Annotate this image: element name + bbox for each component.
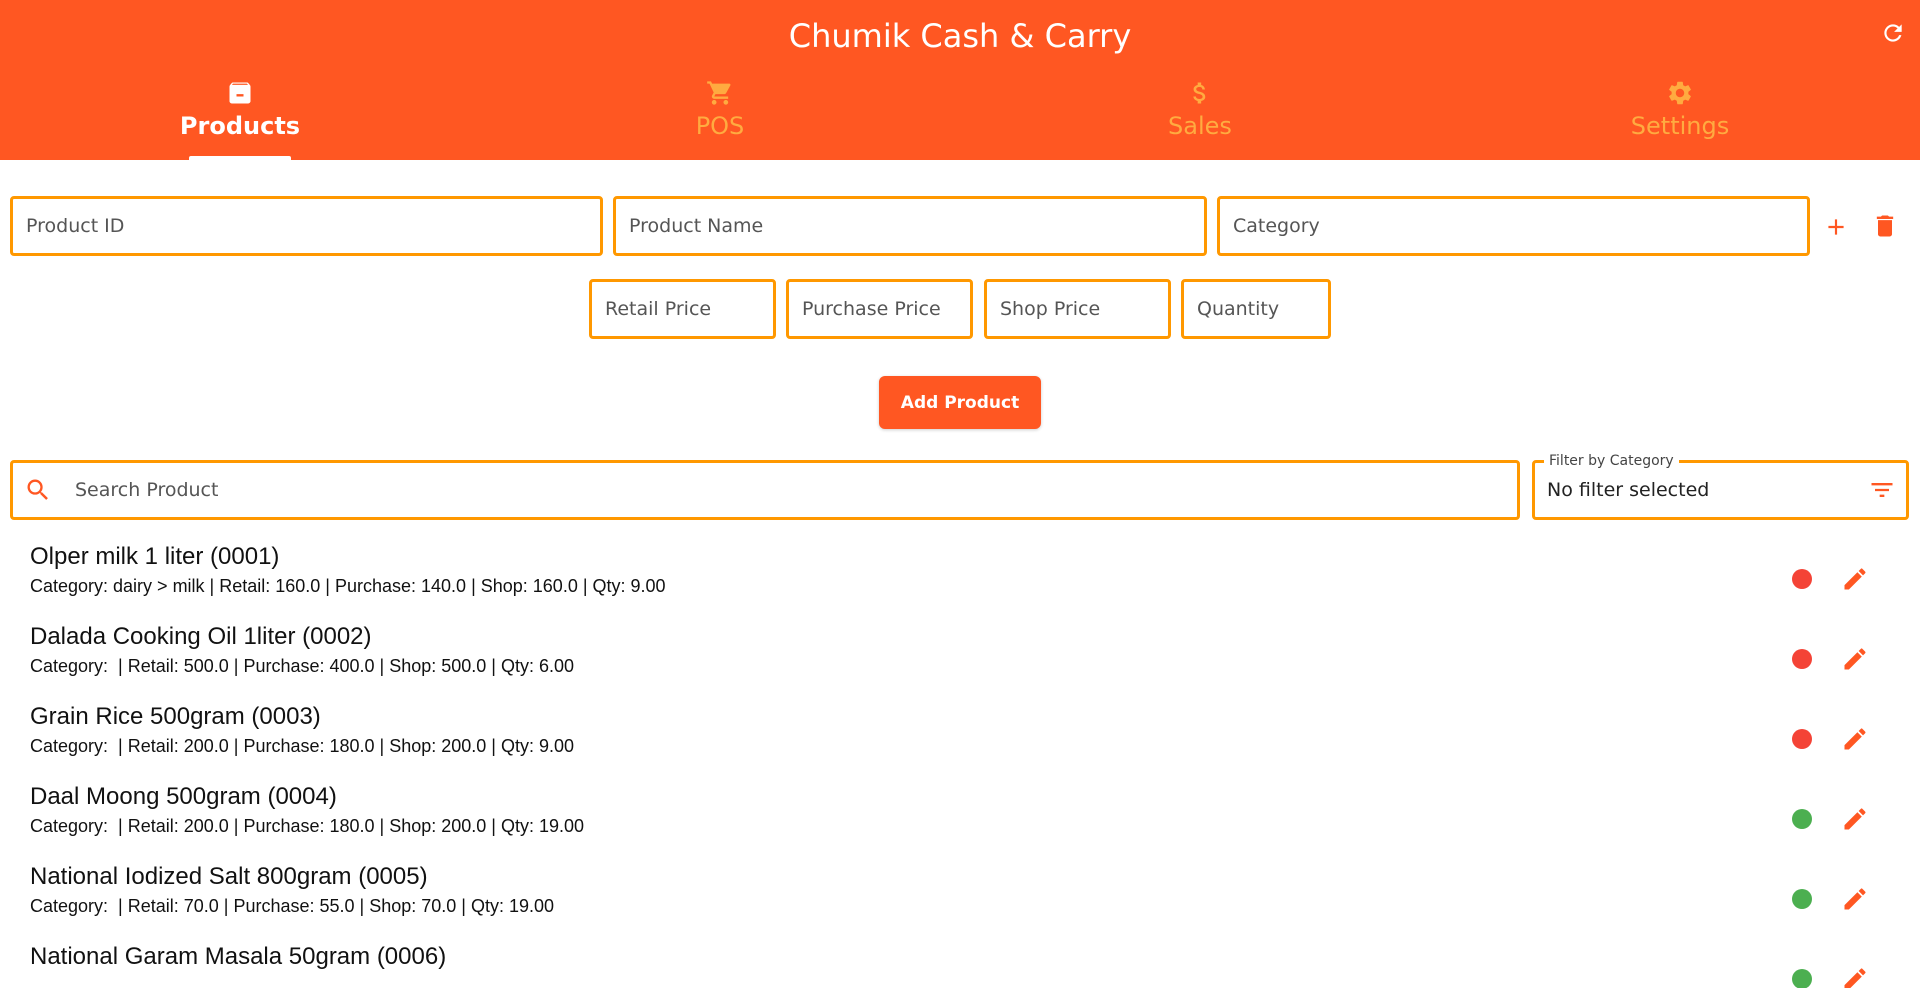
product-details: Category: | Retail: 200.0 | Purchase: 18…	[30, 816, 585, 836]
stock-status-indicator	[1792, 649, 1812, 669]
filter-list-icon	[1868, 478, 1896, 502]
edit-product-button[interactable]	[1840, 724, 1870, 754]
delete-category-button[interactable]	[1869, 210, 1901, 242]
refresh-icon	[1884, 24, 1902, 42]
product-title: National Garam Masala 50gram (0006)	[30, 943, 447, 970]
search-bar[interactable]	[10, 460, 1520, 520]
retail-price-field[interactable]	[589, 279, 776, 339]
product-title: Olper milk 1 liter (0001)	[30, 543, 280, 570]
product-details: Category: | Retail: 500.0 | Purchase: 40…	[30, 656, 575, 676]
product-name-input[interactable]	[616, 199, 1204, 253]
edit-icon	[1844, 568, 1866, 590]
shop-price-input[interactable]	[987, 282, 1168, 336]
purchase-price-input[interactable]	[789, 282, 970, 336]
refresh-button[interactable]	[1878, 18, 1908, 48]
edit-product-button[interactable]	[1840, 564, 1870, 594]
category-filter-dropdown[interactable]: Filter by Category No filter selected	[1532, 452, 1909, 520]
purchase-price-field[interactable]	[786, 279, 973, 339]
active-tab-indicator	[189, 156, 291, 160]
dollar-icon	[1185, 78, 1215, 108]
product-details: Category: | Retail: 200.0 | Purchase: 18…	[30, 736, 575, 756]
tab-pos-label: POS	[695, 112, 745, 140]
app-header: Chumik Cash & Carry Products POS Sales S…	[0, 0, 1920, 160]
edit-product-button[interactable]	[1840, 884, 1870, 914]
tab-settings[interactable]: Settings	[1440, 72, 1920, 160]
edit-icon	[1844, 648, 1866, 670]
edit-icon	[1844, 728, 1866, 750]
tab-sales-label: Sales	[1168, 112, 1232, 140]
product-row[interactable]: National Iodized Salt 800gram (0005) Cat…	[0, 854, 1920, 934]
product-title: National Iodized Salt 800gram (0005)	[30, 863, 428, 890]
quantity-field[interactable]	[1181, 279, 1331, 339]
product-id-input[interactable]	[13, 199, 600, 253]
edit-icon	[1844, 968, 1866, 988]
tab-products[interactable]: Products	[0, 72, 480, 160]
edit-icon	[1844, 808, 1866, 830]
category-field[interactable]	[1217, 196, 1810, 256]
quantity-input[interactable]	[1184, 282, 1328, 336]
product-name-field[interactable]	[613, 196, 1207, 256]
trash-icon	[1876, 215, 1894, 237]
product-row[interactable]: Daal Moong 500gram (0004) Category: | Re…	[0, 774, 1920, 854]
tab-bar: Products POS Sales Settings	[0, 72, 1920, 160]
tab-settings-label: Settings	[1630, 112, 1730, 140]
edit-product-button[interactable]	[1840, 964, 1870, 988]
product-details: Category: | Retail: 70.0 | Purchase: 55.…	[30, 896, 555, 916]
tab-sales[interactable]: Sales	[960, 72, 1440, 160]
shop-price-field[interactable]	[984, 279, 1171, 339]
add-category-button[interactable]	[1820, 211, 1852, 243]
product-row[interactable]: Dalada Cooking Oil 1liter (0002) Categor…	[0, 614, 1920, 694]
product-id-field[interactable]	[10, 196, 603, 256]
search-input[interactable]	[53, 463, 1517, 517]
stock-status-indicator	[1792, 809, 1812, 829]
app-title: Chumik Cash & Carry	[788, 17, 1132, 55]
archive-box-icon	[225, 78, 255, 108]
add-product-button[interactable]: Add Product	[879, 376, 1041, 429]
tab-pos[interactable]: POS	[480, 72, 960, 160]
stock-status-indicator	[1792, 569, 1812, 589]
search-icon	[23, 475, 53, 505]
product-details: Category: dairy > milk | Retail: 160.0 |…	[30, 576, 666, 596]
edit-product-button[interactable]	[1840, 804, 1870, 834]
tab-products-label: Products	[179, 112, 301, 140]
product-title: Dalada Cooking Oil 1liter (0002)	[30, 623, 372, 650]
product-list: Olper milk 1 liter (0001) Category: dair…	[0, 534, 1920, 988]
product-row[interactable]: Grain Rice 500gram (0003) Category: | Re…	[0, 694, 1920, 774]
stock-status-indicator	[1792, 889, 1812, 909]
cart-icon	[705, 78, 735, 108]
product-title: Daal Moong 500gram (0004)	[30, 783, 337, 810]
product-title: Grain Rice 500gram (0003)	[30, 703, 321, 730]
edit-icon	[1844, 888, 1866, 910]
retail-price-input[interactable]	[592, 282, 773, 336]
filter-selected-value: No filter selected	[1547, 479, 1710, 501]
stock-status-indicator	[1792, 729, 1812, 749]
gear-icon	[1665, 78, 1695, 108]
edit-product-button[interactable]	[1840, 644, 1870, 674]
filter-label: Filter by Category	[1544, 452, 1679, 470]
product-row[interactable]: Olper milk 1 liter (0001) Category: dair…	[0, 534, 1920, 614]
category-input[interactable]	[1220, 199, 1807, 253]
stock-status-indicator	[1792, 969, 1812, 988]
product-row[interactable]: National Garam Masala 50gram (0006)	[0, 934, 1920, 988]
plus-icon	[1828, 219, 1844, 235]
